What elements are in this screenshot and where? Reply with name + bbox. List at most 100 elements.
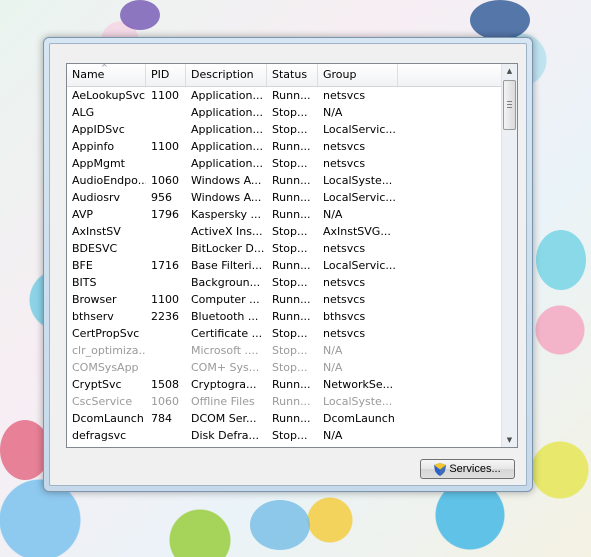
service-group: N/A [323, 429, 343, 442]
service-status: Runn... [272, 89, 311, 102]
column-header-label: Group [323, 68, 357, 81]
service-group: DcomLaunch [323, 412, 395, 425]
service-name: ALG [72, 106, 95, 119]
service-pid [146, 104, 186, 121]
table-row[interactable]: CryptSvc 1508 Cryptogra... Runn... NetworkSe… [67, 376, 502, 393]
scroll-down-icon[interactable]: ▼ [503, 433, 516, 447]
column-header-status[interactable]: Status [267, 64, 318, 86]
service-group: netsvcs [323, 140, 366, 153]
service-status: Runn... [272, 208, 311, 221]
service-name: Appinfo [72, 140, 115, 153]
service-name: COMSysApp [72, 361, 139, 374]
column-header-description[interactable]: Description [186, 64, 267, 86]
table-row[interactable]: AudioEndpo... 1060 Windows A... Runn... Loca… [67, 172, 502, 189]
service-pid [146, 240, 186, 257]
table-row[interactable]: BFE 1716 Base Filteri... Runn... LocalServic… [67, 257, 502, 274]
service-group: N/A [323, 106, 343, 119]
service-name: clr_optimiza... [72, 344, 146, 357]
service-pid: 1100 [151, 293, 179, 306]
service-pid [146, 155, 186, 172]
column-header-label: Name [72, 68, 105, 81]
service-status: Stop... [272, 157, 308, 170]
service-name: Audiosrv [72, 191, 121, 204]
service-group: LocalSyste... [323, 174, 393, 187]
service-status: Runn... [272, 412, 311, 425]
service-description: Kaspersky ... [191, 208, 261, 221]
service-pid: 784 [151, 412, 172, 425]
table-row[interactable]: CscService 1060 Offline Files Runn... LocalS… [67, 393, 502, 410]
table-row[interactable]: BITS Backgroun... Stop... netsvcs [67, 274, 502, 291]
table-row[interactable]: defragsvc Disk Defra... Stop... N/A [67, 427, 502, 444]
service-status: Runn... [272, 191, 311, 204]
column-header-pid[interactable]: PID [146, 64, 186, 86]
service-pid: 956 [151, 191, 172, 204]
service-status: Stop... [272, 327, 308, 340]
service-group: netsvcs [323, 276, 366, 289]
table-row[interactable]: AeLookupSvc 1100 Application... Runn... nets… [67, 87, 502, 104]
scroll-up-icon[interactable]: ▲ [503, 64, 516, 78]
table-row[interactable]: AppMgmt Application... Stop... netsvcs [67, 155, 502, 172]
service-pid [146, 325, 186, 342]
service-name: CscService [72, 395, 133, 408]
service-group: NetworkSe... [323, 378, 394, 391]
service-description: Application... [191, 140, 263, 153]
service-pid [146, 359, 186, 376]
service-group: netsvcs [323, 242, 366, 255]
service-pid [146, 274, 186, 291]
column-header-group[interactable]: Group [318, 64, 398, 86]
service-name: Browser [72, 293, 117, 306]
table-row[interactable]: Appinfo 1100 Application... Runn... netsvcs [67, 138, 502, 155]
service-name: BITS [72, 276, 97, 289]
service-status: Runn... [272, 293, 311, 306]
service-pid: 2236 [151, 310, 179, 323]
wallpaper-shape [120, 0, 160, 30]
table-row[interactable]: COMSysApp COM+ Sys... Stop... N/A [67, 359, 502, 376]
service-description: Computer ... [191, 293, 260, 306]
service-description: DCOM Ser... [191, 412, 257, 425]
table-row[interactable]: bthserv 2236 Bluetooth ... Runn... bthsvcs [67, 308, 502, 325]
service-description: Microsoft .... [191, 344, 259, 357]
table-row[interactable]: clr_optimiza... Microsoft .... Stop... N/A [67, 342, 502, 359]
table-row[interactable]: Browser 1100 Computer ... Runn... netsvcs [67, 291, 502, 308]
service-pid: 1796 [151, 208, 179, 221]
table-row[interactable]: AppIDSvc Application... Stop... LocalServic… [67, 121, 502, 138]
table-row[interactable]: BDESVC BitLocker D... Stop... netsvcs [67, 240, 502, 257]
list-header: ^ Name PID Description Status Group [67, 64, 502, 87]
service-group: netsvcs [323, 327, 366, 340]
column-header-name[interactable]: ^ Name [67, 64, 146, 86]
service-status: Stop... [272, 225, 308, 238]
service-status: Stop... [272, 276, 308, 289]
service-name: BDESVC [72, 242, 118, 255]
service-status: Runn... [272, 174, 311, 187]
services-button[interactable]: Services... [420, 459, 515, 479]
service-name: AeLookupSvc [72, 89, 146, 102]
table-row[interactable]: ALG Application... Stop... N/A [67, 104, 502, 121]
vertical-scrollbar[interactable]: ▲ ▼ [501, 64, 517, 447]
wallpaper-shape [470, 0, 530, 40]
service-status: Runn... [272, 310, 311, 323]
table-row[interactable]: CertPropSvc Certificate ... Stop... netsvcs [67, 325, 502, 342]
service-description: Windows A... [191, 174, 262, 187]
services-list[interactable]: ^ Name PID Description Status Group AeLo… [66, 63, 518, 448]
table-row[interactable]: AxInstSV ActiveX Ins... Stop... AxInstSVG..… [67, 223, 502, 240]
scrollbar-thumb[interactable] [503, 80, 516, 130]
service-status: Runn... [272, 259, 311, 272]
service-pid: 1100 [151, 89, 179, 102]
table-row[interactable]: DcomLaunch 784 DCOM Ser... Runn... DcomLaunc… [67, 410, 502, 427]
services-window: ^ Name PID Description Status Group AeLo… [43, 37, 533, 492]
table-row[interactable]: AVP 1796 Kaspersky ... Runn... N/A [67, 206, 502, 223]
service-description: Offline Files [191, 395, 255, 408]
service-name: CertPropSvc [72, 327, 140, 340]
service-description: Application... [191, 123, 263, 136]
service-group: N/A [323, 361, 343, 374]
table-row[interactable]: Audiosrv 956 Windows A... Runn... LocalServi… [67, 189, 502, 206]
service-name: AVP [72, 208, 93, 221]
service-group: netsvcs [323, 157, 366, 170]
service-description: COM+ Sys... [191, 361, 260, 374]
service-description: Backgroun... [191, 276, 261, 289]
service-name: defragsvc [72, 429, 127, 442]
service-description: Application... [191, 106, 263, 119]
grip-line [507, 107, 512, 108]
service-pid: 1100 [151, 140, 179, 153]
column-header-label: Description [191, 68, 254, 81]
